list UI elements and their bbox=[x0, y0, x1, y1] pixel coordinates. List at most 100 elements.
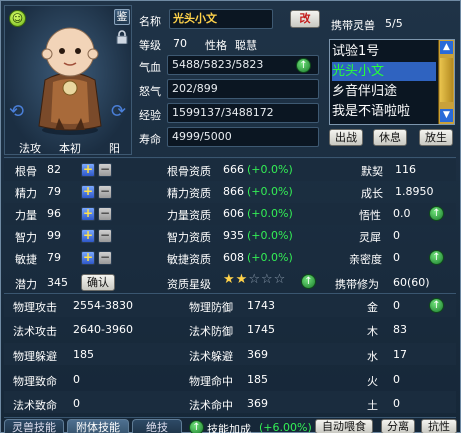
carry-item[interactable]: 试验1号 bbox=[332, 42, 436, 61]
divider bbox=[4, 417, 456, 418]
carry-item[interactable]: 乡音伴归途 bbox=[332, 82, 436, 101]
rotate-right-icon[interactable]: ⟳ bbox=[111, 102, 129, 122]
anger-label: 怒气 bbox=[139, 85, 161, 98]
exp-bar: 1599137/3488172 bbox=[167, 103, 319, 123]
attr-name: 根骨 bbox=[15, 165, 37, 178]
aptitude-name: 力量资质 bbox=[167, 209, 211, 222]
combat-row: 物理躲避 185 法术躲避 369 水 17 bbox=[1, 348, 459, 370]
scroll-down-icon[interactable]: ▼ bbox=[440, 109, 453, 122]
combat-left-value: 2554-3830 bbox=[73, 299, 133, 312]
carry-cultivation-value: 60(60) bbox=[393, 276, 430, 289]
element-name: 木 bbox=[367, 325, 378, 338]
attr-plus-button[interactable]: + bbox=[81, 185, 95, 199]
battle-button[interactable]: 出战 bbox=[329, 129, 363, 146]
stat-name: 成长 bbox=[361, 187, 383, 200]
combat-left-name: 法术致命 bbox=[13, 399, 57, 412]
life-label: 寿命 bbox=[139, 133, 161, 146]
level-value: 70 bbox=[173, 37, 187, 50]
skill-bonus-label: 技能加成 bbox=[207, 423, 251, 433]
attr-plus-button[interactable]: + bbox=[81, 229, 95, 243]
appraise-button[interactable]: 鉴 bbox=[114, 9, 130, 25]
aptitude-row: 敏捷资质 608 (+0.0%) bbox=[167, 251, 337, 273]
stat-value: 0 bbox=[393, 251, 400, 264]
rotate-left-icon[interactable]: ⟲ bbox=[9, 102, 27, 122]
stat-value: 116 bbox=[395, 163, 416, 176]
lock-icon[interactable] bbox=[116, 30, 128, 45]
carry-item-label: 我是不语啦啦 bbox=[332, 104, 411, 119]
name-label: 名称 bbox=[139, 15, 161, 28]
aptitude-value: 608 bbox=[223, 251, 244, 264]
combat-mid-value: 185 bbox=[247, 373, 268, 386]
rename-button[interactable]: 改 bbox=[290, 10, 320, 28]
tab-ultimate[interactable]: 绝技 bbox=[132, 419, 182, 433]
star-filled-icon: ★ bbox=[235, 272, 249, 287]
carry-scrollbar[interactable]: ▲ ▼ bbox=[438, 40, 454, 124]
attr-minus-button[interactable]: − bbox=[98, 229, 112, 243]
combat-row: 法术致命 0 法术命中 369 土 0 bbox=[1, 397, 459, 419]
stat-name: 悟性 bbox=[359, 209, 381, 222]
life-bar: 4999/5000 bbox=[167, 127, 319, 147]
combat-mid-name: 法术躲避 bbox=[189, 350, 233, 363]
attr-row: 根骨 82 + − bbox=[1, 163, 151, 185]
rest-button[interactable]: 休息 bbox=[373, 129, 407, 146]
release-button[interactable]: 放生 bbox=[419, 129, 453, 146]
attr-minus-button[interactable]: − bbox=[98, 163, 112, 177]
aptitude-name: 根骨资质 bbox=[167, 165, 211, 178]
divider bbox=[4, 293, 456, 294]
separate-button[interactable]: 分离 bbox=[381, 419, 415, 433]
aptitude-delta: (+0.0%) bbox=[247, 229, 293, 242]
attr-plus-button[interactable]: + bbox=[81, 163, 95, 177]
tab-possess-skills[interactable]: 附体技能 bbox=[67, 419, 129, 433]
carry-count: 5/5 bbox=[385, 17, 403, 30]
attr-plus-button[interactable]: + bbox=[81, 207, 95, 221]
combat-left-name: 物理攻击 bbox=[13, 301, 57, 314]
attr-minus-button[interactable]: − bbox=[98, 251, 112, 265]
star-upgrade-icon[interactable]: ↑ bbox=[301, 274, 316, 289]
auto-feed-button[interactable]: 自动喂食 bbox=[315, 419, 373, 433]
combat-left-value: 185 bbox=[73, 348, 94, 361]
attr-minus-button[interactable]: − bbox=[98, 207, 112, 221]
combat-mid-value: 1745 bbox=[247, 323, 275, 336]
carry-label: 携带灵兽 bbox=[331, 19, 375, 32]
stat-name: 默契 bbox=[361, 165, 383, 178]
intimacy-upgrade-icon[interactable]: ↑ bbox=[429, 250, 444, 265]
combat-left-value: 0 bbox=[73, 397, 80, 410]
pet-panel: ☺ 鉴 ⟲ ⟳ 法攻 本初 阳 名称 光头小文 改 等级 70 性格 聪慧 气血 bbox=[0, 0, 461, 433]
carry-list: 试验1号 光头小文 乡音伴归途 我是不语啦啦 ▲ ▼ bbox=[329, 39, 455, 125]
name-input[interactable]: 光头小文 bbox=[169, 9, 273, 29]
element-upgrade-icon[interactable]: ↑ bbox=[429, 298, 444, 313]
carry-item-label: 乡音伴归途 bbox=[332, 84, 398, 99]
aptitude-delta: (+0.0%) bbox=[247, 185, 293, 198]
skill-bonus-icon[interactable]: ↑ bbox=[189, 420, 204, 433]
scroll-thumb[interactable] bbox=[440, 58, 453, 102]
star-rating: ★★☆☆☆ bbox=[223, 272, 313, 290]
aptitude-value: 666 bbox=[223, 163, 244, 176]
aptitude-row: 精力资质 866 (+0.0%) bbox=[167, 185, 337, 207]
attr-row: 精力 79 + − bbox=[1, 185, 151, 207]
element-value: 17 bbox=[393, 348, 407, 361]
pet-label-left: 法攻 bbox=[19, 142, 41, 155]
element-value: 0 bbox=[393, 299, 400, 312]
hp-upgrade-icon[interactable]: ↑ bbox=[296, 58, 311, 73]
carry-item[interactable]: 我是不语啦啦 bbox=[332, 102, 436, 121]
combat-left-name: 法术攻击 bbox=[13, 325, 57, 338]
scroll-up-icon[interactable]: ▲ bbox=[440, 41, 453, 54]
exp-label: 经验 bbox=[139, 109, 161, 122]
element-value: 0 bbox=[393, 373, 400, 386]
tab-pet-skills[interactable]: 灵兽技能 bbox=[4, 419, 64, 433]
resist-button[interactable]: 抗性 bbox=[421, 419, 457, 433]
carry-cultivation-label: 携带修为 bbox=[335, 278, 379, 291]
aptitude-value: 606 bbox=[223, 207, 244, 220]
aptitude-value: 935 bbox=[223, 229, 244, 242]
attr-name: 敏捷 bbox=[15, 253, 37, 266]
star-empty-icon: ☆ bbox=[273, 272, 287, 287]
carry-item-selected[interactable]: 光头小文 bbox=[332, 62, 436, 81]
attr-minus-button[interactable]: − bbox=[98, 185, 112, 199]
element-name: 水 bbox=[367, 350, 378, 363]
comprehension-upgrade-icon[interactable]: ↑ bbox=[429, 206, 444, 221]
element-name: 金 bbox=[367, 301, 378, 314]
combat-left-value: 0 bbox=[73, 373, 80, 386]
confirm-button[interactable]: 确认 bbox=[81, 274, 115, 291]
attr-plus-button[interactable]: + bbox=[81, 251, 95, 265]
attr-row: 智力 99 + − bbox=[1, 229, 151, 251]
